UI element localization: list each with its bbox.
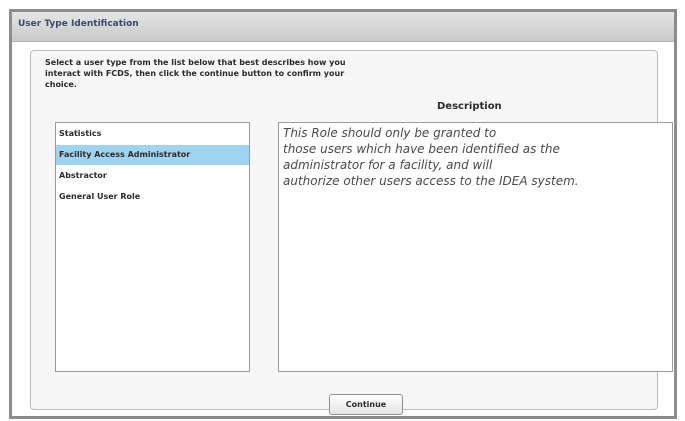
list-item-abstractor[interactable]: Abstractor [56, 166, 249, 186]
description-line: authorize other users access to the IDEA… [283, 174, 579, 188]
description-line: administrator for a facility, and will [283, 158, 493, 172]
dialog-title: User Type Identification [18, 19, 139, 29]
list-item-facility-access-administrator[interactable]: Facility Access Administrator [56, 145, 249, 165]
instructions-line: Select a user type from the list below t… [45, 58, 346, 67]
instructions-line: interact with FCDS, then click the conti… [45, 69, 345, 78]
list-item-general-user-role[interactable]: General User Role [56, 187, 249, 207]
instructions-line: choice. [45, 80, 77, 89]
description-text: This Role should only be granted to thos… [283, 125, 667, 189]
instructions-text: Select a user type from the list below t… [45, 57, 425, 90]
list-item-statistics[interactable]: Statistics [56, 124, 249, 144]
description-line: This Role should only be granted to [283, 126, 497, 140]
user-type-dialog: User Type Identification Select a user t… [12, 12, 674, 416]
dialog-content: Select a user type from the list below t… [30, 50, 673, 415]
window-frame: User Type Identification Select a user t… [9, 9, 677, 419]
user-type-listbox[interactable]: Statistics Facility Access Administrator… [55, 122, 250, 372]
description-heading: Description [437, 101, 502, 112]
description-box: This Role should only be granted to thos… [278, 122, 673, 372]
continue-button[interactable]: Continue [329, 394, 403, 415]
description-line: those users which have been identified a… [283, 142, 560, 156]
dialog-titlebar: User Type Identification [12, 12, 674, 42]
